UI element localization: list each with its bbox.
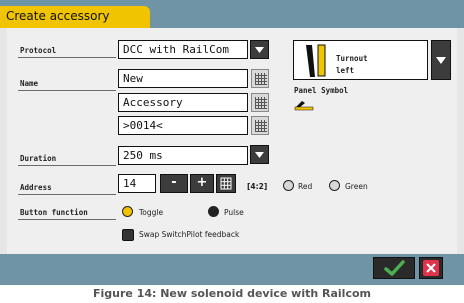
- window-title: Create accessory: [6, 9, 110, 23]
- toggle-radio[interactable]: [122, 206, 133, 217]
- keyboard-icon[interactable]: [251, 93, 269, 112]
- red-radio[interactable]: [283, 180, 294, 191]
- increment-button[interactable]: +: [190, 174, 214, 193]
- address-label: Address: [20, 183, 52, 192]
- protocol-select[interactable]: DCC with RailCom: [118, 40, 248, 59]
- keyboard-icon[interactable]: [251, 69, 269, 88]
- name-field-line1[interactable]: New: [118, 69, 248, 88]
- decrement-button[interactable]: -: [160, 174, 188, 193]
- title-bar: Create accessory: [0, 0, 464, 28]
- chevron-down-icon: [436, 57, 446, 64]
- symbol-name-line1: Turnout: [336, 54, 368, 63]
- figure-caption: Figure 14: New solenoid device with Rail…: [92, 287, 371, 300]
- symbol-preview[interactable]: Turnout left: [293, 40, 428, 80]
- action-bar: [0, 254, 464, 285]
- swap-checkbox[interactable]: [122, 229, 134, 241]
- panel-symbol-icon: [294, 101, 314, 111]
- pulse-radio-label: Pulse: [224, 208, 244, 217]
- panel-symbol-label: Panel Symbol: [294, 86, 349, 95]
- button-function-underline: [18, 219, 116, 220]
- duration-label: Duration: [20, 154, 57, 163]
- address-underline: [18, 194, 116, 195]
- keypad-button[interactable]: [216, 174, 236, 193]
- green-radio[interactable]: [329, 180, 340, 191]
- name-field-line2[interactable]: Accessory: [118, 93, 248, 112]
- symbol-name-line2: left: [336, 66, 355, 75]
- red-radio-label: Red: [298, 182, 313, 191]
- duration-underline: [18, 165, 116, 166]
- duration-select[interactable]: 250 ms: [118, 146, 248, 165]
- pulse-radio[interactable]: [208, 206, 219, 217]
- chevron-down-icon: [255, 152, 264, 158]
- swap-checkbox-label: Swap SwitchPilot feedback: [139, 230, 240, 239]
- title-tab: Create accessory: [0, 6, 150, 28]
- name-label: Name: [20, 79, 39, 88]
- duration-dropdown-button[interactable]: [250, 145, 269, 164]
- port-info: [4:2]: [247, 182, 268, 191]
- address-field[interactable]: 14: [118, 174, 156, 193]
- keyboard-icon[interactable]: [251, 116, 269, 135]
- protocol-label: Protocol: [20, 46, 57, 55]
- name-field-line3[interactable]: >0014<: [118, 116, 248, 135]
- ok-button[interactable]: [373, 257, 415, 279]
- keypad-icon: [220, 177, 232, 190]
- symbol-dropdown-button[interactable]: [431, 40, 451, 80]
- chevron-down-icon: [255, 47, 264, 53]
- name-underline: [18, 90, 116, 91]
- green-radio-label: Green: [345, 182, 368, 191]
- checkmark-icon: [384, 260, 405, 276]
- toggle-radio-label: Toggle: [139, 208, 164, 217]
- cancel-button[interactable]: [419, 257, 443, 279]
- close-icon: [423, 260, 439, 276]
- button-function-label: Button function: [20, 208, 88, 217]
- protocol-underline: [18, 57, 116, 58]
- protocol-dropdown-button[interactable]: [250, 40, 269, 59]
